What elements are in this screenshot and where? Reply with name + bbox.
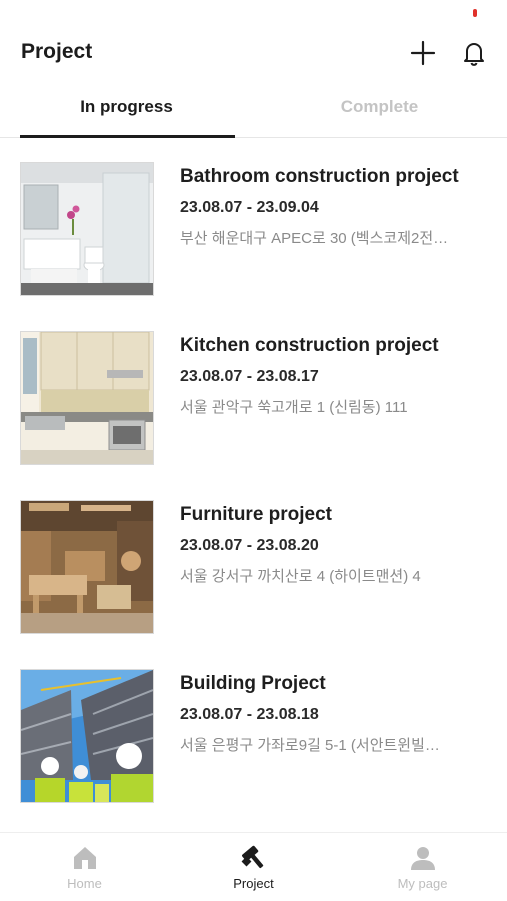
project-item-kitchen[interactable]: Kitchen construction project 23.08.07 - … (0, 329, 507, 469)
bottom-navigation: Home Project My page (0, 832, 507, 901)
nav-my-page-label: My page (397, 876, 448, 891)
project-item-bathroom[interactable]: Bathroom construction project 23.08.07 -… (0, 160, 507, 300)
project-address: 서울 관악구 쑥고개로 1 (신림동) 111 (180, 399, 408, 416)
active-tab-indicator (20, 135, 235, 138)
project-tabs: In progress Complete (0, 88, 507, 138)
tab-complete[interactable]: Complete (253, 88, 506, 136)
project-title: Furniture project (180, 504, 333, 525)
project-thumbnail (20, 500, 154, 634)
project-thumbnail (20, 162, 154, 296)
add-project-button[interactable] (408, 38, 438, 68)
project-title: Building Project (180, 673, 326, 694)
construction-site-photo (21, 670, 153, 802)
project-dates: 23.08.07 - 23.08.17 (180, 368, 319, 385)
recording-indicator (473, 9, 477, 17)
project-title: Kitchen construction project (180, 335, 439, 356)
bathroom-photo (21, 163, 153, 295)
project-dates: 23.08.07 - 23.09.04 (180, 199, 319, 216)
project-address: 서울 강서구 까치산로 4 (하이트맨션) 4 (180, 568, 421, 585)
plus-icon (410, 40, 436, 66)
app-header: Project (0, 28, 507, 78)
workshop-photo (21, 501, 153, 633)
nav-home[interactable]: Home (0, 833, 169, 901)
hammer-icon (241, 845, 263, 869)
person-icon (410, 847, 435, 870)
bell-icon (464, 43, 484, 66)
project-title: Bathroom construction project (180, 166, 459, 187)
home-icon (73, 847, 96, 869)
nav-project[interactable]: Project (169, 833, 338, 901)
project-dates: 23.08.07 - 23.08.18 (180, 706, 319, 723)
nav-home-label: Home (67, 876, 102, 891)
notifications-button[interactable] (459, 38, 489, 68)
tab-in-progress[interactable]: In progress (0, 88, 253, 136)
project-address: 부산 해운대구 APEC로 30 (벡스코제2전… (180, 230, 449, 247)
nav-project-label: Project (233, 876, 274, 891)
project-thumbnail (20, 669, 154, 803)
project-address: 서울 은평구 가좌로9길 5-1 (서안트윈빌… (180, 737, 440, 754)
nav-my-page[interactable]: My page (338, 833, 507, 901)
project-thumbnail (20, 331, 154, 465)
kitchen-photo (21, 332, 153, 464)
project-dates: 23.08.07 - 23.08.20 (180, 537, 319, 554)
project-item-building[interactable]: Building Project 23.08.07 - 23.08.18 서울 … (0, 667, 507, 807)
project-item-furniture[interactable]: Furniture project 23.08.07 - 23.08.20 서울… (0, 498, 507, 638)
page-title: Project (21, 40, 93, 63)
